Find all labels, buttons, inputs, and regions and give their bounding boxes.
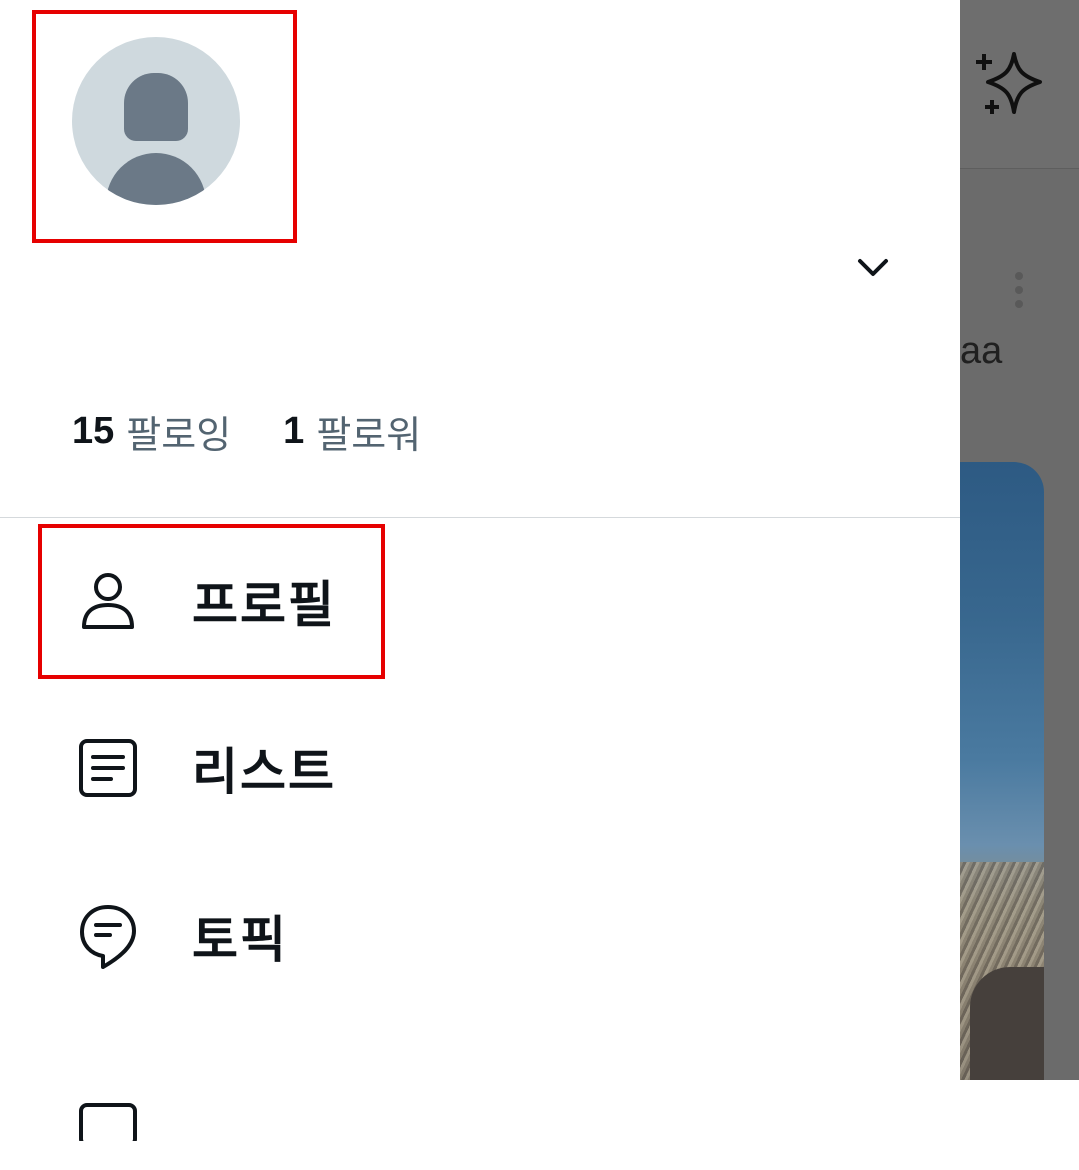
- side-drawer: 15 팔로잉 1 팔로워 프로필 리스트 토픽: [0, 0, 960, 1141]
- menu-item-label: 프로필: [192, 576, 336, 634]
- person-icon: [72, 565, 144, 637]
- divider: [0, 517, 960, 518]
- follow-counts: 15 팔로잉 1 팔로워: [72, 404, 421, 459]
- followers-count[interactable]: 1: [283, 410, 304, 453]
- more-vertical-icon[interactable]: [1012, 272, 1026, 316]
- menu-item-profile[interactable]: 프로필: [72, 541, 932, 661]
- feed-partial-text: aa: [960, 330, 1003, 372]
- sparkle-icon[interactable]: [968, 46, 1048, 122]
- photo-person: [970, 967, 1044, 1080]
- menu-item-lists[interactable]: 리스트: [72, 708, 932, 828]
- topic-icon: [72, 900, 144, 972]
- bookmark-icon: [72, 1074, 144, 1146]
- menu-item-label: 토픽: [192, 911, 288, 969]
- feed-photo[interactable]: [960, 462, 1044, 1080]
- list-icon: [72, 732, 144, 804]
- followers-label[interactable]: 팔로워: [316, 404, 421, 459]
- menu-item-partial[interactable]: [72, 1050, 932, 1170]
- following-count[interactable]: 15: [72, 410, 114, 453]
- menu-item-topics[interactable]: 토픽: [72, 876, 932, 996]
- chevron-down-icon[interactable]: [856, 254, 890, 280]
- following-label[interactable]: 팔로잉: [126, 404, 231, 459]
- avatar-body: [106, 153, 206, 205]
- menu-item-label: 리스트: [192, 743, 336, 801]
- avatar[interactable]: [72, 37, 240, 205]
- avatar-head: [124, 73, 188, 141]
